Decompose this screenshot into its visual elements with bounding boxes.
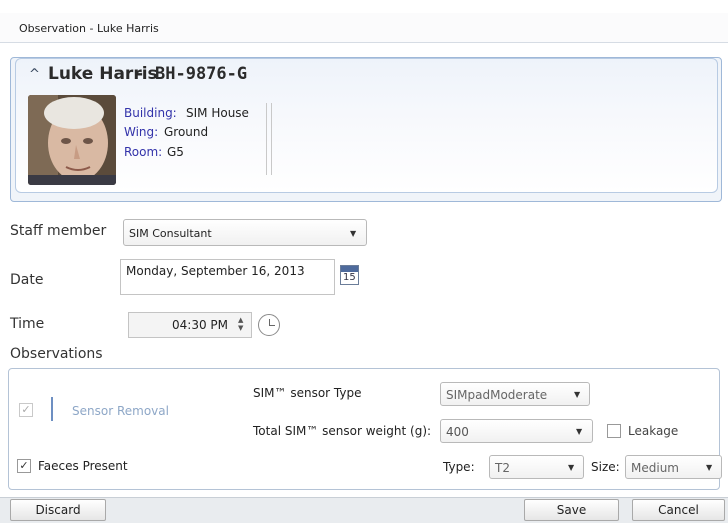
date-value: Monday, September 16, 2013 <box>126 264 305 278</box>
building-label: Building: <box>124 106 177 120</box>
collapse-chevron-icon[interactable]: ^ <box>29 67 40 82</box>
save-button[interactable]: Save <box>524 499 619 521</box>
time-value: 04:30 PM <box>172 318 228 332</box>
clock-icon[interactable] <box>258 314 280 336</box>
cancel-button[interactable]: Cancel <box>632 499 725 521</box>
staff-member-value: SIM Consultant <box>129 227 212 240</box>
leakage-checkbox[interactable] <box>607 424 621 438</box>
faeces-present-checkbox[interactable]: ✓ <box>17 459 31 473</box>
chevron-down-icon: ▼ <box>574 390 581 399</box>
resident-id: BH-9876-G <box>155 64 248 84</box>
observations-label: Observations <box>10 346 103 362</box>
chevron-down-icon: ▼ <box>706 463 713 472</box>
wing-label: Wing: <box>124 125 159 139</box>
leakage-label: Leakage <box>628 424 679 438</box>
window-title: Observation - Luke Harris <box>19 22 159 35</box>
room-label: Room: <box>124 145 163 159</box>
sensor-weight-label: Total SIM™ sensor weight (g): <box>253 424 432 438</box>
divider <box>51 397 53 421</box>
calendar-icon[interactable]: 15 <box>340 265 359 285</box>
type-value: T2 <box>495 461 510 475</box>
sensor-weight-value: 400 <box>446 425 469 439</box>
chevron-down-icon: ▼ <box>568 463 575 472</box>
chevron-down-icon: ▼ <box>350 229 357 238</box>
sensor-removal-label: Sensor Removal <box>72 404 169 418</box>
type-label: Type: <box>443 460 475 474</box>
size-value: Medium <box>631 461 679 475</box>
divider <box>266 103 267 175</box>
staff-member-label: Staff member <box>10 223 107 239</box>
sensor-weight-select[interactable]: 400 ▼ <box>440 419 593 443</box>
sensor-type-value: SIMpadModerate <box>446 388 548 402</box>
resident-separator: - <box>136 64 144 84</box>
time-spinner[interactable]: ▲ ▼ <box>238 316 243 332</box>
type-select[interactable]: T2 ▼ <box>489 455 584 479</box>
size-select[interactable]: Medium ▼ <box>625 455 722 479</box>
room-value: G5 <box>167 145 184 159</box>
window-title-bar: Observation - Luke Harris <box>0 13 728 43</box>
resident-avatar <box>28 95 116 185</box>
wing-value: Ground <box>164 125 209 139</box>
divider <box>271 103 272 175</box>
date-label: Date <box>10 272 44 288</box>
staff-member-select[interactable]: SIM Consultant ▼ <box>123 219 367 246</box>
size-label: Size: <box>591 460 620 474</box>
discard-button[interactable]: Discard <box>10 499 106 521</box>
building-value: SIM House <box>186 106 249 120</box>
chevron-down-icon: ▼ <box>576 427 583 436</box>
faeces-present-label: Faeces Present <box>38 459 128 473</box>
sensor-type-select[interactable]: SIMpadModerate ▼ <box>440 382 590 406</box>
sensor-removal-checkbox[interactable]: ✓ <box>19 403 33 417</box>
time-label: Time <box>10 316 45 332</box>
sensor-type-label: SIM™ sensor Type <box>253 386 362 400</box>
calendar-day: 15 <box>343 272 356 283</box>
